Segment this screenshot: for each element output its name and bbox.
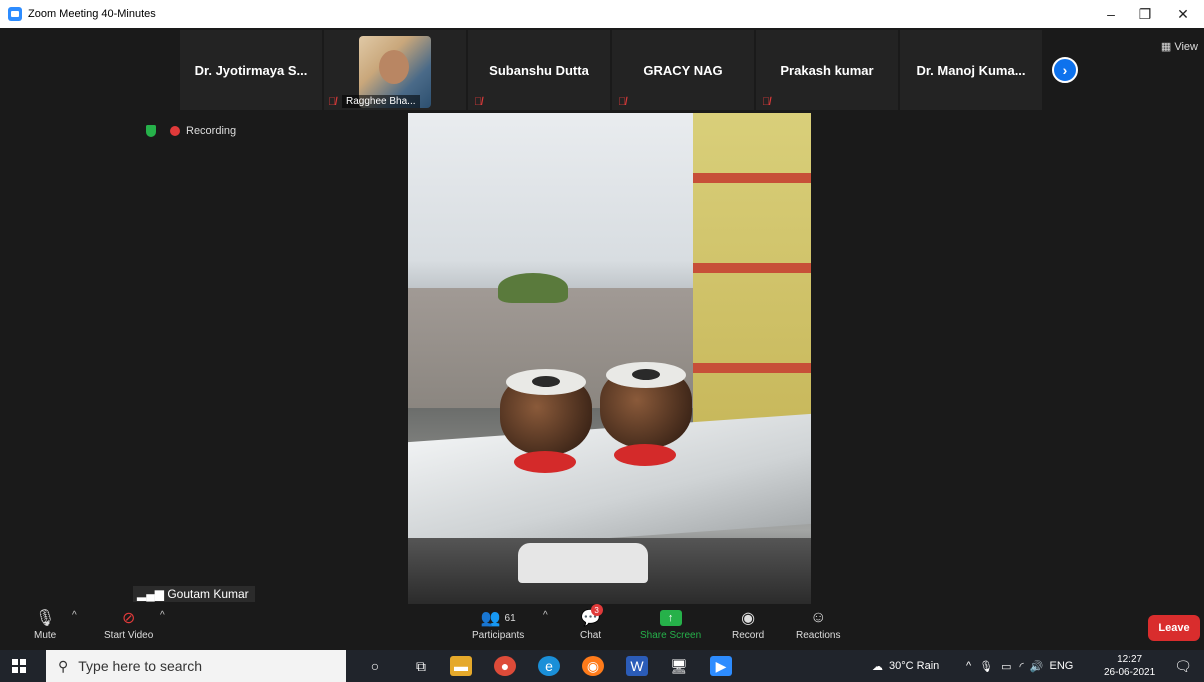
microphone-icon: 🎙	[34, 610, 56, 627]
word-icon[interactable]: W	[626, 656, 648, 676]
share-screen-icon: ↑	[659, 610, 682, 626]
participants-button[interactable]: 👥 61 Participants	[472, 606, 524, 641]
weather-widget[interactable]: ☁ 30°C Rain	[872, 650, 939, 682]
zoom-app-icon	[8, 7, 22, 21]
taskbar-clock[interactable]: 12:27 26-06-2021	[1104, 653, 1155, 679]
participant-tile[interactable]: 🎙̸ Ragghee Bha...	[324, 30, 466, 110]
chat-button[interactable]: 💬 3 Chat	[580, 604, 603, 641]
share-screen-button[interactable]: ↑ Share Screen	[640, 606, 701, 641]
windows-taskbar: ⚲ Type here to search ○ ⧉ ▬ ● e ◉ W 🖥 ▶ …	[0, 650, 1204, 682]
participant-tile[interactable]: Dr. Manoj Kuma...	[900, 30, 1042, 110]
chat-label: Chat	[580, 630, 602, 641]
record-icon: ◉	[741, 610, 756, 627]
window-title: Zoom Meeting 40-Minutes	[28, 8, 156, 20]
cortana-icon[interactable]: ○	[364, 656, 386, 676]
video-scene-building	[693, 113, 811, 443]
chat-icon: 💬 3	[581, 604, 603, 630]
meeting-area: Dr. Jyotirmaya S... 🎙̸ Ragghee Bha... Su…	[0, 28, 1204, 622]
start-video-button[interactable]: ⊘ Start Video	[104, 606, 153, 641]
video-options-caret[interactable]: ^	[160, 610, 165, 621]
grid-icon: ▦	[1160, 41, 1172, 53]
participant-name: Ragghee Bha...	[342, 95, 420, 108]
share-screen-label: Share Screen	[640, 630, 702, 641]
reactions-label: Reactions	[796, 630, 841, 641]
audio-options-caret[interactable]: ^	[72, 610, 77, 621]
participants-icon: 👥 61	[480, 610, 516, 627]
participant-name: Prakash kumar	[780, 62, 874, 78]
search-icon: ⚲	[58, 657, 69, 674]
firefox-icon[interactable]: ◉	[582, 656, 604, 676]
clock-time: 12:27	[1117, 654, 1143, 665]
chevron-right-icon: ›	[1062, 62, 1068, 78]
participant-tile[interactable]: GRACY NAG 🎙̸	[612, 30, 754, 110]
mute-button[interactable]: 🎙 Mute	[34, 606, 56, 641]
view-label: View	[1174, 41, 1198, 53]
mute-label: Mute	[34, 630, 57, 641]
mic-muted-icon: 🎙̸	[328, 96, 337, 108]
edge-icon[interactable]: e	[538, 656, 560, 676]
leave-button[interactable]: Leave	[1148, 615, 1200, 641]
zoom-taskbar-icon[interactable]: ▶	[710, 656, 732, 676]
recording-icon	[170, 126, 180, 136]
reactions-button[interactable]: ☺ Reactions	[796, 606, 840, 641]
language-indicator[interactable]: ENG	[1050, 660, 1074, 672]
participant-strip: Dr. Jyotirmaya S... 🎙̸ Ragghee Bha... Su…	[180, 30, 1044, 110]
mic-muted-icon: 🎙̸	[474, 96, 483, 108]
video-scene-car	[518, 543, 648, 583]
weather-text: 30°C Rain	[889, 660, 940, 672]
close-button[interactable]: ✕	[1168, 0, 1198, 28]
chat-badge: 3	[590, 604, 603, 616]
file-explorer-icon[interactable]: ▬	[450, 656, 472, 676]
chrome-icon[interactable]: ●	[494, 656, 516, 676]
windows-start-icon[interactable]	[12, 659, 26, 673]
active-speaker-name: Goutam Kumar	[167, 587, 249, 601]
participant-name: Dr. Manoj Kuma...	[916, 62, 1026, 78]
wifi-icon[interactable]: ◜	[1020, 660, 1024, 673]
video-off-icon: ⊘	[121, 610, 136, 627]
participants-label: Participants	[472, 630, 525, 641]
volume-icon[interactable]: 🔊	[1030, 660, 1044, 673]
participant-tile[interactable]: Subanshu Dutta 🎙̸	[468, 30, 610, 110]
participants-options-caret[interactable]: ^	[543, 610, 548, 621]
meeting-toolbar: 🎙 Mute ^ ⊘ Start Video ^ 👥 61 Participant…	[0, 604, 1204, 650]
video-scene-drum	[500, 369, 592, 473]
active-speaker-video	[408, 113, 811, 604]
minimize-button[interactable]: –	[1096, 0, 1126, 28]
signal-icon: ▂▄▆	[137, 587, 164, 601]
show-hidden-icons-icon[interactable]: ^	[966, 660, 971, 672]
search-placeholder: Type here to search	[78, 658, 203, 674]
window-titlebar: Zoom Meeting 40-Minutes – ❐ ✕	[0, 0, 1204, 28]
record-button[interactable]: ◉ Record	[732, 606, 764, 641]
meeting-status: Recording	[146, 125, 236, 137]
notifications-icon[interactable]: 🗨	[1172, 656, 1194, 676]
participant-name: Dr. Jyotirmaya S...	[194, 62, 308, 78]
battery-icon[interactable]: ▭	[1001, 660, 1011, 673]
shield-icon[interactable]	[146, 125, 156, 137]
reactions-icon: ☺	[810, 609, 827, 626]
view-button[interactable]: ▦ View	[1161, 40, 1198, 53]
video-scene-drum	[600, 362, 692, 466]
mic-muted-icon: 🎙̸	[762, 96, 771, 108]
participant-tile[interactable]: Dr. Jyotirmaya S...	[180, 30, 322, 110]
restore-button[interactable]: ❐	[1130, 0, 1160, 28]
next-page-button[interactable]: ›	[1052, 57, 1078, 83]
video-scene-tree	[498, 273, 568, 303]
microphone-icon[interactable]: 🎙	[979, 660, 993, 673]
taskbar-search[interactable]: ⚲ Type here to search	[46, 650, 346, 682]
clock-date: 26-06-2021	[1104, 667, 1156, 678]
active-speaker-label: ▂▄▆ Goutam Kumar	[133, 586, 255, 602]
record-label: Record	[732, 630, 765, 641]
task-view-icon[interactable]: ⧉	[410, 656, 432, 676]
network-app-icon[interactable]: 🖥	[668, 656, 690, 676]
start-video-label: Start Video	[104, 630, 154, 641]
rain-cloud-icon: ☁	[872, 660, 883, 673]
participant-name: GRACY NAG	[643, 62, 723, 78]
participant-tile[interactable]: Prakash kumar 🎙̸	[756, 30, 898, 110]
system-tray: ^ 🎙 ▭ ◜ 🔊 ENG	[966, 650, 1073, 682]
recording-label: Recording	[186, 125, 237, 137]
mic-muted-icon: 🎙̸	[618, 96, 627, 108]
participant-name: Subanshu Dutta	[489, 62, 589, 78]
